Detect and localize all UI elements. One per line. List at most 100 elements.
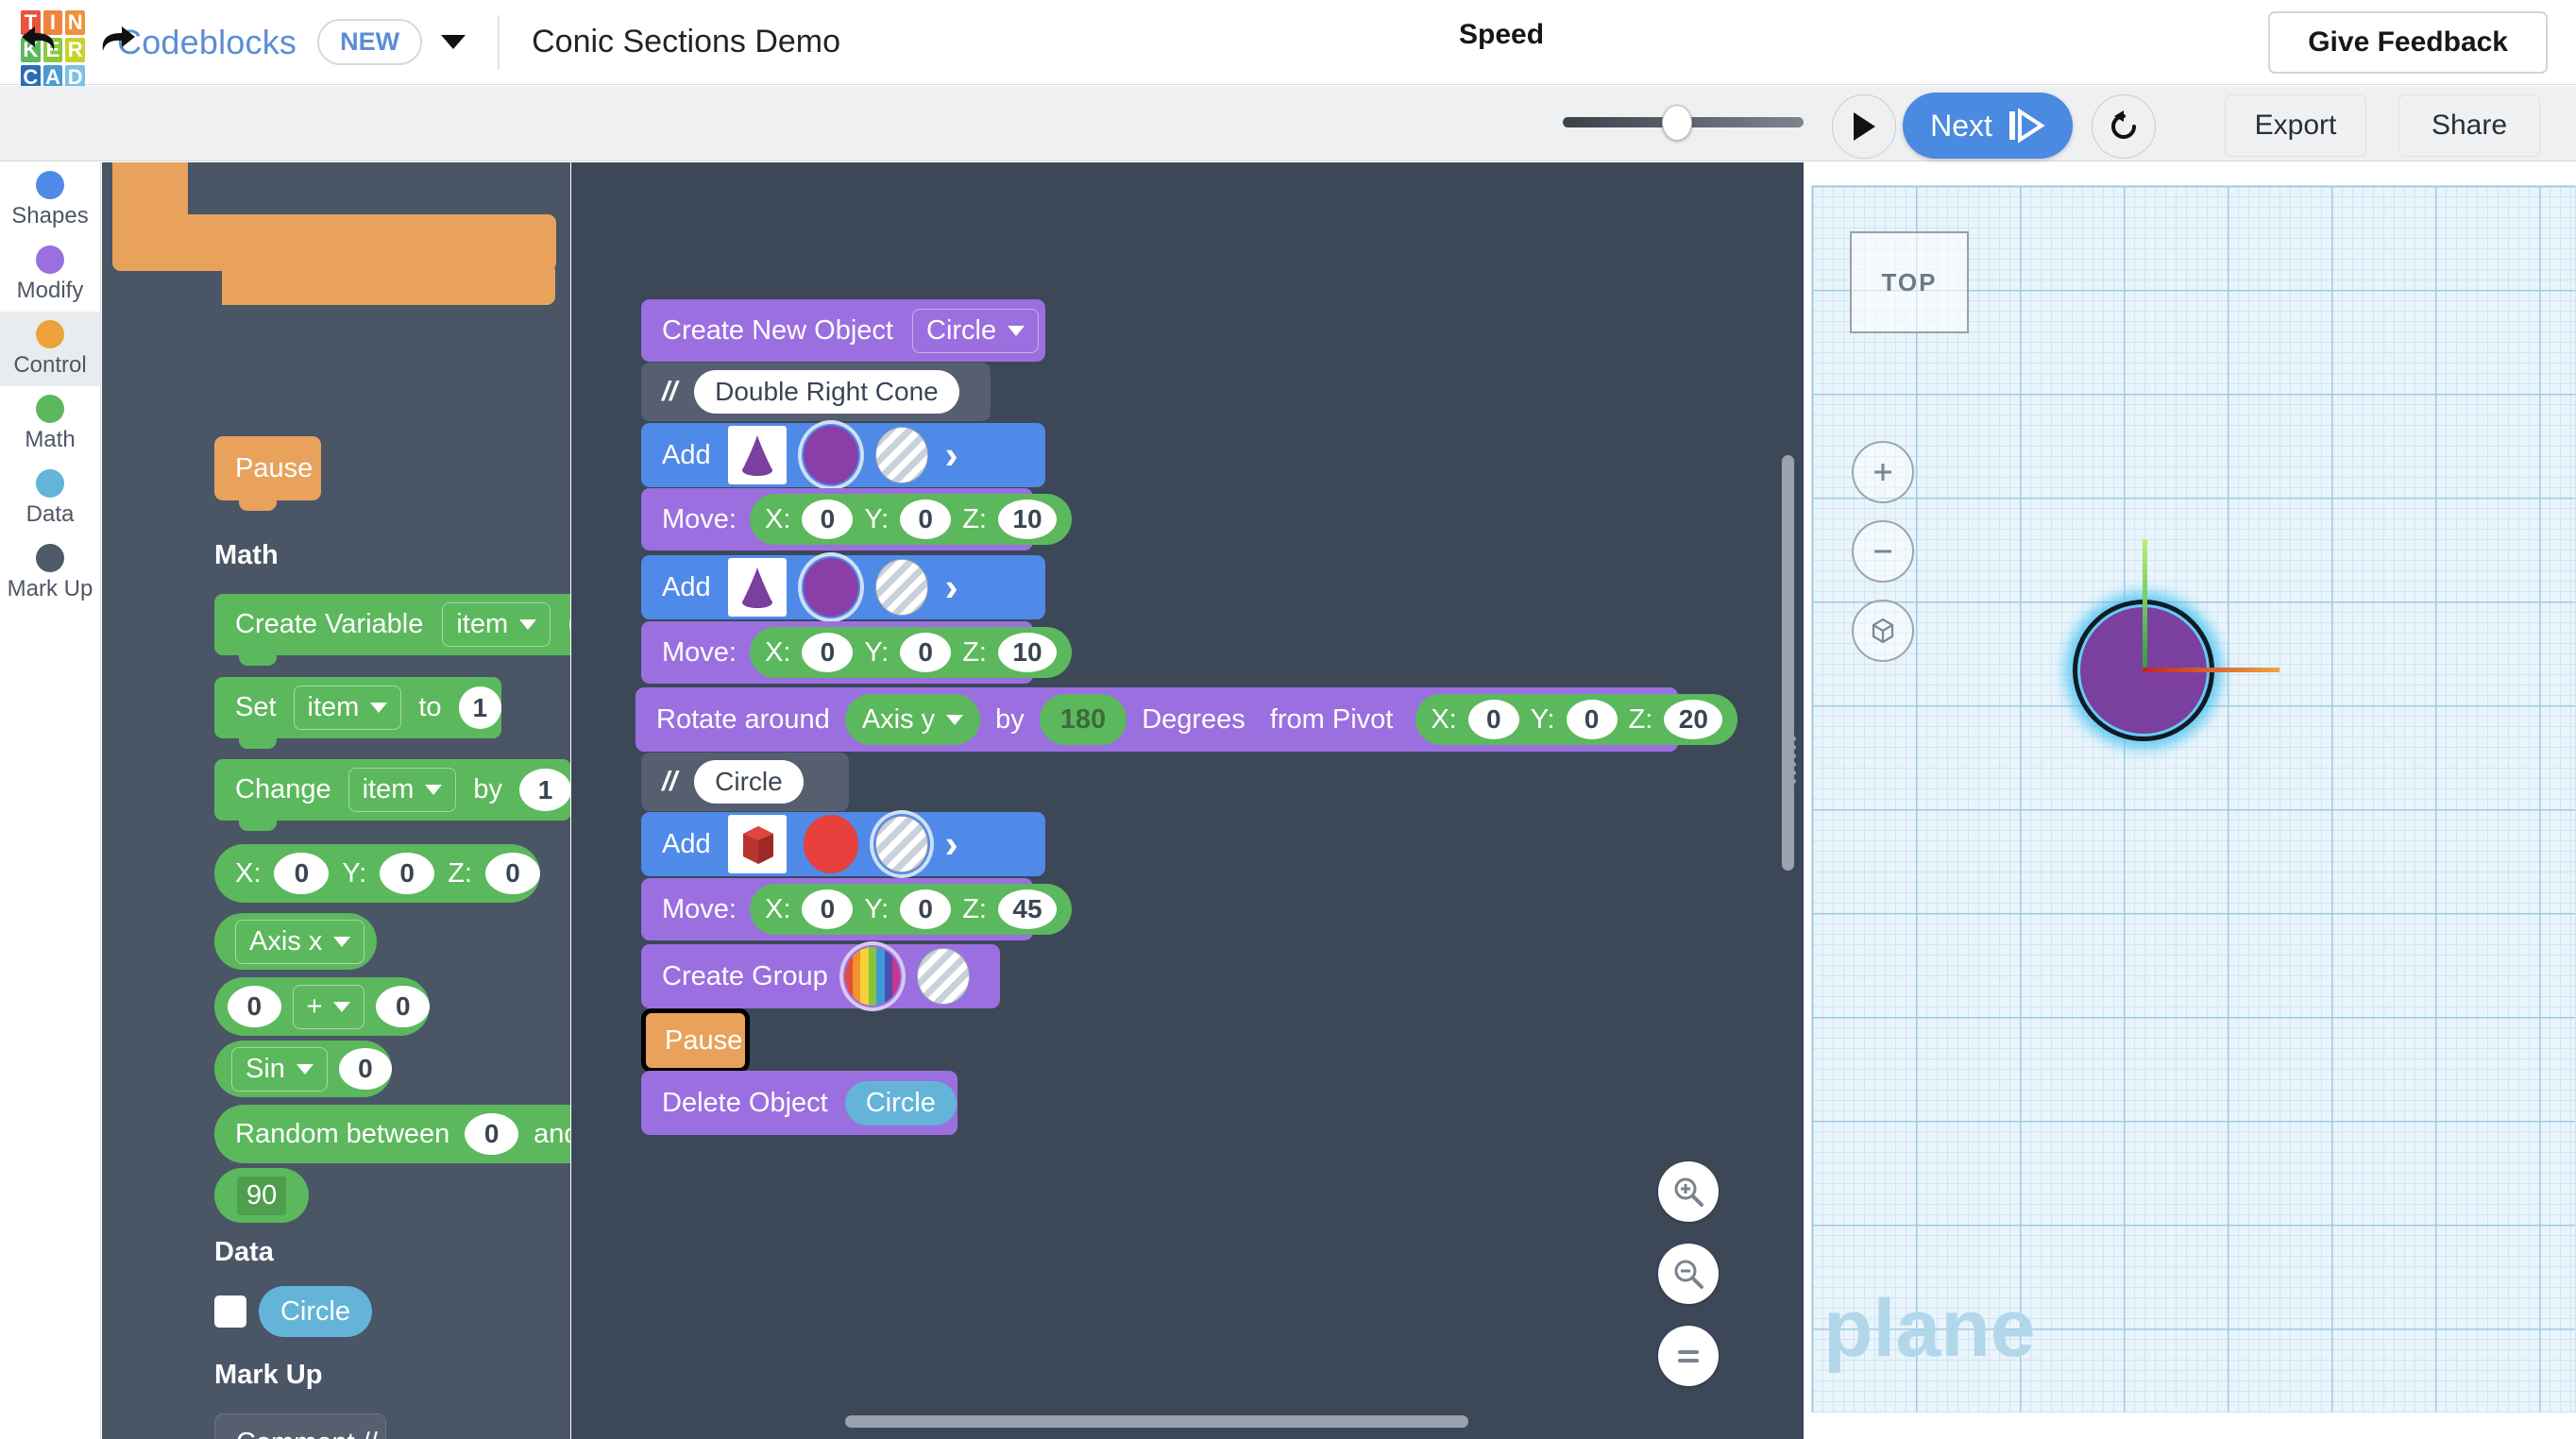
palette-block-do-left[interactable] [112,200,188,271]
cone-icon[interactable] [727,558,787,617]
block-pause-highlighted[interactable]: Pause [641,1008,750,1073]
trig-dropdown[interactable]: Sin [231,1046,328,1092]
number-value[interactable]: 90 [237,1176,287,1215]
random-min-value[interactable]: 0 [465,1113,519,1155]
data-variable-pill-circle[interactable]: Circle [259,1286,372,1337]
palette-block-create-variable[interactable]: Create Variable item 0 [214,594,570,666]
xyz-x-value[interactable]: 0 [274,853,330,894]
palette-block-pause[interactable]: Pause [214,436,321,511]
export-button[interactable]: Export [2225,94,2366,157]
rail-item-control[interactable]: Control [0,312,100,386]
move-xyz-1[interactable]: X: 0 Y: 0 Z: 10 [749,494,1072,545]
palette-block-random[interactable]: Random between 0 and 10 [214,1105,570,1163]
xyz-z-value[interactable]: 0 [485,853,540,894]
viewport-3d[interactable]: TOP plane [1811,185,2576,1413]
palette-block-axis[interactable]: Axis x [214,913,377,970]
shape-solid-color-swatch[interactable] [797,420,864,490]
workspace-zoom-out-button[interactable] [1658,1244,1719,1304]
workspace-horizontal-scrollbar[interactable] [845,1415,1468,1428]
axis-dropdown[interactable]: Axis x [235,919,365,964]
view-zoom-out-button[interactable] [1852,520,1914,583]
share-button[interactable]: Share [2398,94,2540,157]
group-rainbow-swatch[interactable] [839,941,906,1011]
move-xyz-3[interactable]: X: 0 Y: 0 Z: 45 [749,884,1072,935]
move-xyz-2[interactable]: X: 0 Y: 0 Z: 10 [749,627,1072,678]
block-move-1[interactable]: Move: X: 0 Y: 0 Z: 10 [641,488,1072,550]
move-y-value[interactable]: 0 [900,633,952,672]
move-x-value[interactable]: 0 [802,499,854,539]
chevron-right-icon[interactable]: › [945,435,958,475]
palette-block-comment[interactable]: Comment // [214,1414,386,1439]
block-move-2[interactable]: Move: X: 0 Y: 0 Z: 10 [641,621,1072,684]
change-variable-dropdown[interactable]: item [347,768,457,812]
move-y-value[interactable]: 0 [900,499,952,539]
shape-hole-swatch[interactable] [874,559,928,616]
comment-text-field[interactable]: Double Right Cone [694,370,959,414]
group-hole-swatch[interactable] [916,948,970,1005]
create-object-dropdown[interactable]: Circle [912,308,1040,353]
cone-icon[interactable] [727,426,787,484]
view-fit-button[interactable] [1852,600,1914,662]
rail-item-modify[interactable]: Modify [0,237,100,312]
shape-solid-color-swatch[interactable] [803,815,858,873]
pivot-x-value[interactable]: 0 [1467,700,1519,739]
box-icon[interactable] [727,815,787,873]
palette-block-operator[interactable]: 0 + 0 [214,977,430,1036]
chevron-right-icon[interactable]: › [945,567,958,607]
palette-block-change[interactable]: Change item by 1 [214,759,570,831]
comment-text-field[interactable]: Circle [694,760,804,804]
undo-arrow-icon[interactable] [15,11,68,64]
set-value[interactable]: 1 [458,686,501,729]
rail-item-mark-up[interactable]: Mark Up [0,535,100,610]
view-cube[interactable]: TOP [1850,231,1969,333]
block-create-group[interactable]: Create Group [641,941,1000,1011]
view-zoom-in-button[interactable] [1852,441,1914,503]
workspace-zoom-in-button[interactable] [1658,1161,1719,1222]
rail-item-math[interactable]: Math [0,386,100,461]
chevron-right-icon[interactable]: › [945,824,958,864]
block-create-new-object[interactable]: Create New Object Circle [641,299,1045,362]
pivot-y-value[interactable]: 0 [1566,700,1618,739]
pivot-z-value[interactable]: 20 [1664,700,1723,739]
rotate-pivot-xyz[interactable]: X: 0 Y: 0 Z: 20 [1415,694,1738,745]
delete-object-target[interactable]: Circle [844,1080,957,1126]
operator-left-value[interactable]: 0 [228,986,281,1027]
xyz-y-value[interactable]: 0 [380,853,435,894]
block-delete-object[interactable]: Delete Object Circle [641,1071,958,1135]
rail-item-data[interactable]: Data [0,461,100,535]
play-button[interactable] [1832,94,1896,159]
block-add-shape-box[interactable]: Add › [641,810,1045,878]
move-y-value[interactable]: 0 [900,889,952,929]
block-rotate-around[interactable]: Rotate around Axis y by 180 Degrees from… [636,687,1738,752]
palette-block-xyz[interactable]: X: 0 Y: 0 Z: 0 [214,844,540,903]
panel-resize-grip[interactable] [1791,736,1801,784]
operator-dropdown[interactable]: + [292,984,365,1029]
variable-dropdown[interactable]: item [442,602,551,647]
rotate-degrees-value[interactable]: 180 [1039,694,1127,745]
move-z-value[interactable]: 10 [997,633,1057,672]
palette-block-do-arm[interactable] [222,262,555,305]
app-brand-codeblocks[interactable]: Codeblocks [117,23,297,62]
block-add-shape-cone-1[interactable]: Add › [641,420,1045,490]
next-step-button[interactable]: Next [1903,93,2073,159]
restart-button[interactable] [2092,94,2156,159]
shape-hole-swatch[interactable] [874,427,928,483]
move-x-value[interactable]: 0 [802,633,854,672]
move-z-value[interactable]: 10 [997,499,1057,539]
workspace-zoom-reset-button[interactable] [1658,1326,1719,1386]
palette-block-number[interactable]: 90 [214,1168,309,1223]
block-move-3[interactable]: Move: X: 0 Y: 0 Z: 45 [641,878,1072,940]
shape-solid-color-swatch[interactable] [797,552,864,622]
create-variable-value[interactable]: 0 [569,603,570,646]
shape-hole-swatch[interactable] [869,810,934,878]
palette-block-trig[interactable]: Sin 0 [214,1041,392,1097]
document-title[interactable]: Conic Sections Demo [532,24,840,60]
move-x-value[interactable]: 0 [802,889,854,929]
change-value[interactable]: 1 [519,769,570,811]
move-z-value[interactable]: 45 [997,889,1057,929]
block-comment-circle[interactable]: // Circle [641,753,849,811]
set-variable-dropdown[interactable]: item [293,686,402,730]
chevron-down-icon[interactable] [441,35,466,49]
redo-arrow-icon[interactable] [89,11,142,64]
block-comment-double-right-cone[interactable]: // Double Right Cone [641,363,991,421]
